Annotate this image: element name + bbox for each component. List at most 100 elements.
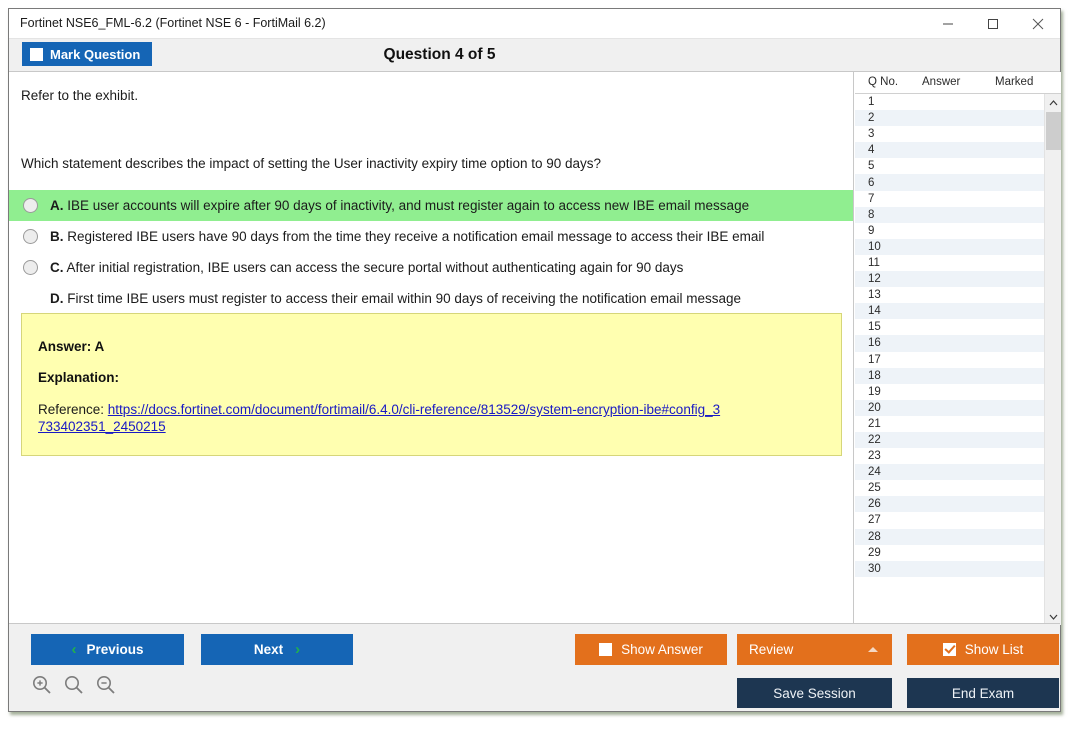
question-list-row[interactable]: 21 bbox=[855, 416, 1044, 432]
question-list-row-number: 8 bbox=[868, 208, 875, 221]
answer-options-list: A. IBE user accounts will expire after 9… bbox=[9, 190, 853, 314]
question-list-row[interactable]: 23 bbox=[855, 448, 1044, 464]
answer-option-d[interactable]: D. First time IBE users must register to… bbox=[9, 283, 853, 314]
question-list-row[interactable]: 2 bbox=[855, 110, 1044, 127]
question-list-row-number: 18 bbox=[868, 369, 881, 382]
radio-icon[interactable] bbox=[23, 198, 38, 213]
question-list-row[interactable]: 5 bbox=[855, 158, 1044, 174]
question-list-row[interactable]: 6 bbox=[855, 174, 1044, 191]
question-list-row-number: 11 bbox=[868, 256, 880, 269]
radio-icon[interactable] bbox=[23, 260, 38, 275]
question-list-row[interactable]: 29 bbox=[855, 545, 1044, 561]
explanation-label: Explanation: bbox=[38, 370, 120, 385]
question-list-row[interactable]: 27 bbox=[855, 512, 1044, 528]
show-answer-checkbox-icon[interactable] bbox=[599, 643, 613, 656]
question-list-row-number: 1 bbox=[868, 96, 875, 109]
question-list-body: 1 2 3 4 5 6 7 8 9 10 11 12 13 14 15 16 17 18 19 20 21 22 23 24 2… bbox=[855, 94, 1061, 625]
exam-window: Fortinet NSE6_FML-6.2 (Fortinet NSE 6 - … bbox=[8, 8, 1061, 712]
question-list-row-number: 10 bbox=[868, 240, 881, 253]
question-list-row-number: 3 bbox=[868, 128, 875, 141]
question-list-row[interactable]: 28 bbox=[855, 528, 1044, 545]
minimize-icon[interactable] bbox=[925, 9, 970, 39]
question-list-row[interactable]: 13 bbox=[855, 287, 1044, 303]
question-list-row[interactable]: 22 bbox=[855, 431, 1044, 449]
question-list-row-number: 28 bbox=[868, 530, 881, 543]
question-list-row[interactable]: 10 bbox=[855, 238, 1044, 255]
reference-link[interactable]: https://docs.fortinet.com/document/forti… bbox=[38, 402, 720, 434]
question-list-row[interactable]: 4 bbox=[855, 142, 1044, 159]
column-header-answer: Answer bbox=[922, 76, 961, 88]
answer-option-text: First time IBE users must register to ac… bbox=[67, 291, 742, 306]
question-list-row[interactable]: 11 bbox=[855, 255, 1044, 271]
maximize-icon[interactable] bbox=[970, 9, 1015, 39]
window-title: Fortinet NSE6_FML-6.2 (Fortinet NSE 6 - … bbox=[20, 16, 326, 30]
question-list-row-number: 13 bbox=[868, 289, 881, 302]
end-exam-button[interactable]: End Exam bbox=[907, 678, 1059, 708]
question-list-row[interactable]: 25 bbox=[855, 480, 1044, 496]
question-content-pane: Refer to the exhibit. Which statement de… bbox=[9, 72, 854, 625]
previous-button[interactable]: ‹ Previous bbox=[31, 634, 184, 665]
question-list-row[interactable]: 20 bbox=[855, 399, 1044, 416]
bottom-toolbar: ‹ Previous Next › Show Answer Review Sho… bbox=[9, 623, 1060, 711]
question-list-row-number: 6 bbox=[868, 176, 875, 189]
question-list-row-number: 20 bbox=[868, 401, 881, 414]
question-list-row-number: 25 bbox=[868, 482, 881, 495]
question-list-row-number: 23 bbox=[868, 450, 881, 463]
show-answer-button[interactable]: Show Answer bbox=[575, 634, 727, 665]
show-list-label: Show List bbox=[964, 642, 1024, 657]
body-area: Refer to the exhibit. Which statement de… bbox=[9, 72, 1061, 625]
review-dropdown[interactable]: Review bbox=[737, 634, 892, 665]
question-list-row[interactable]: 9 bbox=[855, 223, 1044, 239]
question-list-row[interactable]: 12 bbox=[855, 271, 1044, 288]
answer-option-letter: B. bbox=[50, 229, 64, 244]
question-list-row[interactable]: 30 bbox=[855, 560, 1044, 577]
question-list-panel: Q No. Answer Marked 1 2 3 4 5 6 7 8 9 10 11 12 13 14 1… bbox=[855, 72, 1061, 625]
answer-option-c[interactable]: C. After initial registration, IBE users… bbox=[9, 252, 853, 283]
answer-option-b[interactable]: B. Registered IBE users have 90 days fro… bbox=[9, 221, 853, 252]
question-list-row[interactable]: 24 bbox=[855, 464, 1044, 481]
question-list-header: Q No. Answer Marked bbox=[855, 72, 1061, 94]
answer-option-label: C. After initial registration, IBE users… bbox=[50, 260, 683, 275]
question-list-row[interactable]: 15 bbox=[855, 319, 1044, 335]
answer-label: Answer: A bbox=[38, 339, 105, 354]
chevron-left-icon: ‹ bbox=[71, 641, 77, 658]
save-session-button[interactable]: Save Session bbox=[737, 678, 892, 708]
question-list-row[interactable]: 17 bbox=[855, 352, 1044, 368]
zoom-out-icon[interactable] bbox=[95, 674, 116, 695]
radio-icon[interactable] bbox=[23, 229, 38, 244]
next-label: Next bbox=[253, 642, 284, 657]
question-list-row-number: 30 bbox=[868, 562, 881, 575]
question-list-row[interactable]: 1 bbox=[855, 94, 1044, 110]
question-list-row[interactable]: 8 bbox=[855, 206, 1044, 223]
question-list-row-number: 9 bbox=[868, 224, 875, 237]
exhibit-line: Refer to the exhibit. bbox=[21, 88, 139, 103]
column-header-marked: Marked bbox=[995, 76, 1034, 88]
next-button[interactable]: Next › bbox=[201, 634, 353, 665]
show-list-button[interactable]: Show List bbox=[907, 634, 1059, 665]
answer-option-label: B. Registered IBE users have 90 days fro… bbox=[50, 229, 764, 244]
question-list-row[interactable]: 14 bbox=[855, 303, 1044, 320]
zoom-in-icon[interactable] bbox=[31, 674, 52, 695]
answer-option-label: A. IBE user accounts will expire after 9… bbox=[50, 198, 749, 213]
question-list-row[interactable]: 3 bbox=[855, 126, 1044, 142]
close-icon[interactable] bbox=[1015, 9, 1060, 39]
question-list-row[interactable]: 7 bbox=[855, 191, 1044, 207]
question-list-row[interactable]: 26 bbox=[855, 496, 1044, 513]
question-list-row-number: 26 bbox=[868, 498, 881, 511]
question-list-row[interactable]: 18 bbox=[855, 367, 1044, 384]
question-list-scrollbar[interactable] bbox=[1044, 94, 1061, 625]
show-list-checkbox-icon[interactable] bbox=[942, 643, 956, 656]
answer-option-a[interactable]: A. IBE user accounts will expire after 9… bbox=[9, 190, 853, 221]
question-list-row[interactable]: 16 bbox=[855, 335, 1044, 352]
zoom-reset-icon[interactable] bbox=[63, 674, 84, 695]
question-list-row-number: 29 bbox=[868, 546, 881, 559]
question-list-row-number: 5 bbox=[868, 160, 875, 173]
column-header-qno: Q No. bbox=[868, 76, 899, 88]
question-list-row-number: 17 bbox=[868, 353, 881, 366]
answer-option-label: D. First time IBE users must register to… bbox=[50, 291, 741, 306]
scroll-up-icon[interactable] bbox=[1045, 94, 1061, 111]
show-answer-label: Show Answer bbox=[621, 642, 703, 657]
question-list-row-number: 19 bbox=[868, 385, 881, 398]
question-list-row[interactable]: 19 bbox=[855, 384, 1044, 400]
scrollbar-thumb[interactable] bbox=[1046, 112, 1061, 150]
